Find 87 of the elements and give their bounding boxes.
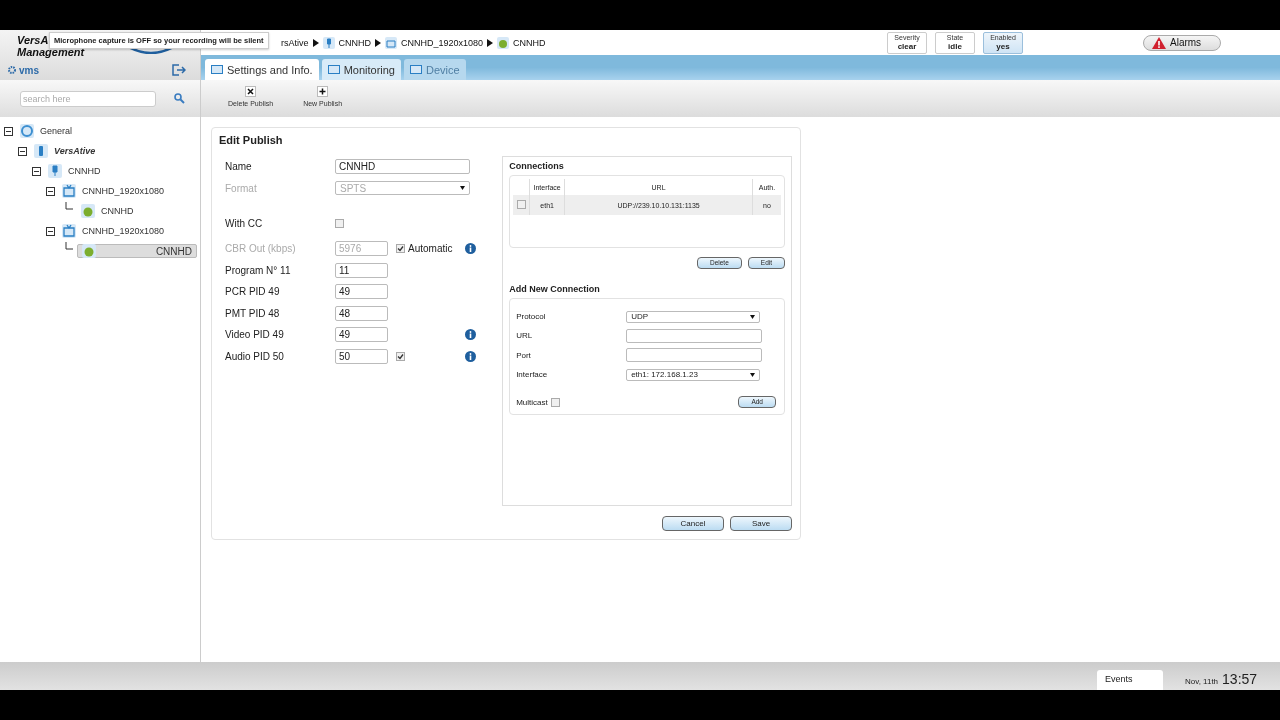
input-field[interactable] — [626, 348, 763, 363]
tab[interactable]: Settings and Info. — [205, 59, 319, 80]
field-label: Audio PID 50 — [225, 351, 285, 363]
dropdown-arrow-icon — [750, 372, 756, 377]
node-icon — [62, 224, 76, 238]
search-icon[interactable] — [174, 93, 185, 104]
node-icon — [82, 244, 96, 258]
breadcrumb-arrow-icon — [375, 38, 381, 47]
date-label: Nov, 11th — [1185, 677, 1219, 686]
field-label: Port — [516, 350, 532, 360]
events-tab[interactable]: Events — [1097, 670, 1163, 690]
checkbox[interactable] — [550, 397, 560, 407]
brand-title: VersA — [17, 34, 49, 46]
node-icon — [20, 124, 34, 138]
tree-item[interactable]: VersAtive — [30, 142, 100, 160]
monitor-icon — [327, 64, 340, 75]
field-label: Name — [225, 161, 253, 173]
dropdown-arrow-icon — [460, 186, 465, 191]
info-icon[interactable] — [465, 351, 477, 363]
node-icon — [497, 36, 510, 49]
dropdown-arrow-icon — [750, 314, 756, 319]
monitor-icon — [410, 64, 422, 75]
input-field[interactable] — [626, 328, 763, 343]
logout-icon[interactable] — [172, 64, 186, 76]
breadcrumb-arrow-icon — [487, 38, 494, 47]
field-label: PCR PID 49 — [225, 286, 281, 298]
node-icon — [322, 36, 335, 49]
tree-item[interactable]: CNNHD_1920x1080 — [58, 222, 169, 240]
field-label: Video PID 49 — [225, 329, 285, 341]
collapse-icon[interactable] — [46, 186, 55, 196]
tree-item[interactable]: CNNHD — [77, 244, 197, 258]
monitor-icon — [211, 64, 223, 75]
warning-icon — [1152, 36, 1166, 49]
checkbox[interactable] — [396, 352, 405, 362]
collapse-icon[interactable] — [46, 226, 55, 236]
checkbox-label: Automatic — [408, 243, 453, 255]
input-field[interactable]: CNNHD — [335, 159, 470, 175]
section-title: Add New Connection — [509, 284, 601, 294]
field-label: URL — [516, 331, 534, 341]
input-field[interactable]: 48 — [335, 305, 388, 321]
close-icon — [245, 86, 257, 97]
checkbox-label: Multicast — [516, 397, 548, 407]
tree-item[interactable]: General — [16, 122, 77, 140]
dropdown[interactable]: UDP — [626, 310, 761, 323]
dropdown[interactable]: eth1: 172.168.1.23 — [626, 368, 761, 381]
breadcrumb-arrow-icon — [312, 38, 319, 47]
node-icon — [81, 204, 95, 218]
node-icon — [62, 184, 76, 198]
info-icon[interactable] — [465, 329, 477, 341]
collapse-icon[interactable] — [32, 166, 41, 176]
collapse-icon[interactable] — [4, 126, 13, 136]
breadcrumb-item[interactable]: CNNHD — [513, 37, 546, 48]
input-field[interactable]: 49 — [335, 327, 388, 343]
node-icon — [48, 164, 62, 178]
breadcrumb-item[interactable]: CNNHD — [338, 37, 371, 48]
brand-subtitle: Management — [17, 46, 85, 58]
breadcrumb-item[interactable]: rsAtive — [281, 37, 309, 48]
plus-icon — [317, 86, 329, 97]
search-field[interactable]: search here — [20, 90, 156, 107]
field-label: Protocol — [516, 312, 547, 322]
field-label: CBR Out (kbps) — [225, 243, 297, 255]
user-link[interactable]: vms — [8, 64, 39, 76]
tab[interactable]: Monitoring — [321, 59, 401, 80]
input-field[interactable]: 11 — [335, 262, 388, 278]
alarms-button[interactable]: Alarms — [1143, 34, 1221, 51]
field-label: Interface — [516, 370, 549, 380]
field-label: PMT PID 48 — [225, 307, 281, 319]
tree-item[interactable]: CNNHD — [77, 202, 138, 220]
checkbox[interactable] — [335, 219, 344, 229]
node-icon — [34, 144, 48, 158]
field-label: Program N° 11 — [225, 264, 292, 276]
input-field[interactable]: 49 — [335, 284, 388, 300]
section-title: Connections — [509, 161, 565, 171]
tree-item[interactable]: CNNHD — [44, 162, 105, 180]
tree-item[interactable]: CNNHD_1920x1080 — [58, 182, 169, 200]
node-icon — [385, 36, 397, 49]
collapse-icon[interactable] — [18, 146, 27, 156]
form-button[interactable]: Cancel — [662, 516, 724, 531]
row-checkbox[interactable] — [516, 200, 526, 209]
form-button[interactable]: Save — [730, 516, 792, 531]
input-field[interactable]: 50 — [335, 349, 388, 365]
breadcrumb-item[interactable]: CNNHD_1920x1080 — [401, 37, 484, 48]
clock: 13:57 — [1222, 671, 1258, 687]
field-label: With CC — [225, 218, 264, 230]
gear-icon — [8, 66, 16, 74]
field-label: Format — [225, 182, 258, 194]
panel-title: Edit Publish — [219, 134, 284, 146]
